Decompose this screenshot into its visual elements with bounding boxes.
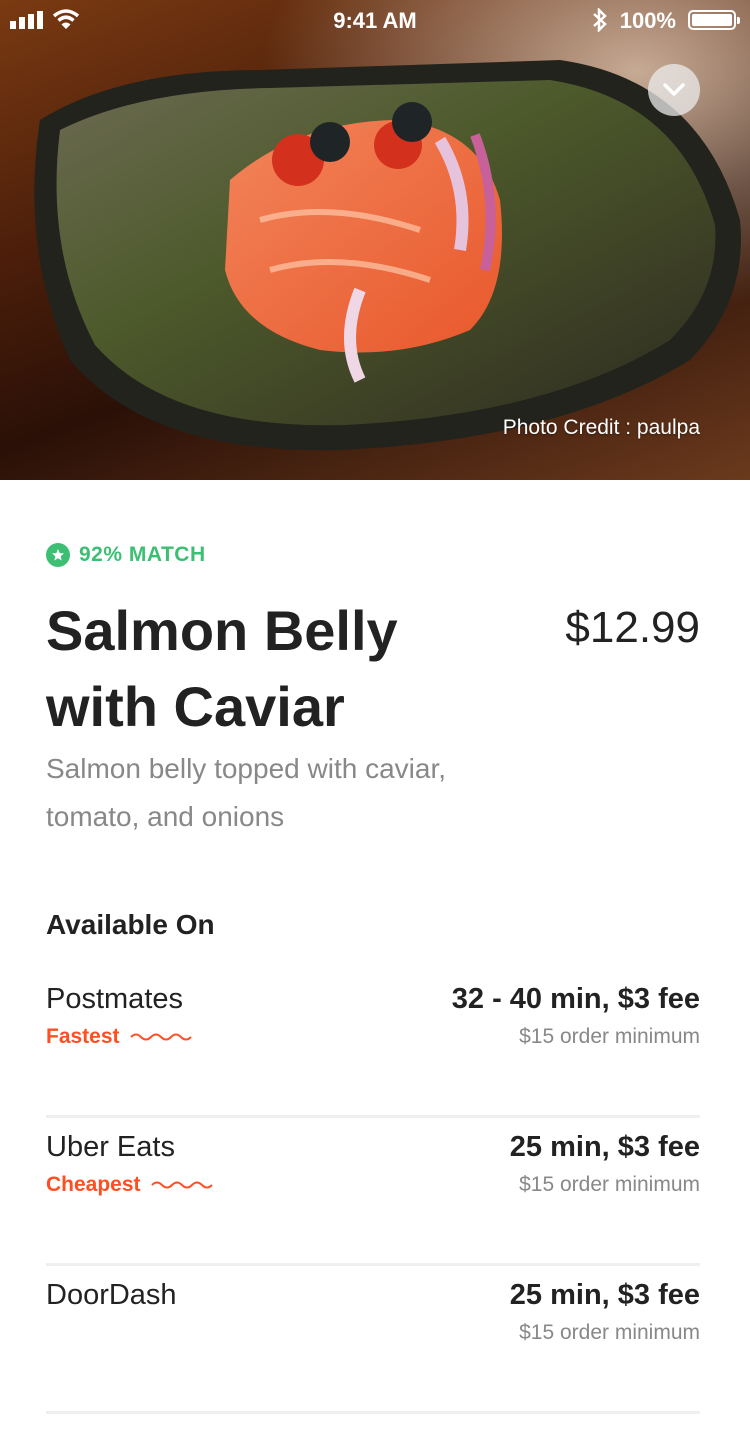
squiggle-icon <box>129 1033 192 1041</box>
chevron-down-icon <box>663 83 685 96</box>
hero-photo: 9:41 AM 100% Photo Credit : paulpa <box>0 0 750 480</box>
collapse-button[interactable] <box>648 64 700 116</box>
service-row-uber-eats[interactable]: Uber Eats Cheapest 25 min, $3 fee $15 or… <box>46 1118 700 1266</box>
battery-icon <box>688 10 740 30</box>
service-tag: Fastest <box>46 1025 194 1049</box>
service-name: Postmates <box>46 983 183 1015</box>
service-name: DoorDash <box>46 1279 177 1311</box>
item-title-line2: with Caviar <box>46 675 345 738</box>
item-description: Salmon belly topped with caviar, tomato,… <box>46 753 446 832</box>
match-badge: 92% MATCH <box>46 543 206 567</box>
service-eta: 25 min, $3 fee <box>509 1279 700 1311</box>
service-name: Uber Eats <box>46 1131 175 1163</box>
match-label: 92% MATCH <box>79 543 206 566</box>
service-eta: 25 min, $3 fee <box>509 1131 700 1163</box>
service-tag-label: Fastest <box>46 1025 120 1048</box>
service-tag: Cheapest <box>46 1173 215 1197</box>
item-price: $12.99 <box>565 603 700 652</box>
service-eta: 32 - 40 min, $3 fee <box>451 983 700 1015</box>
item-title: Salmon Belly with Caviar <box>46 593 516 745</box>
service-tag-label: Cheapest <box>46 1173 141 1196</box>
star-icon <box>46 543 70 567</box>
service-minimum: $15 order minimum <box>519 1321 700 1344</box>
squiggle-icon <box>150 1181 213 1189</box>
status-bar: 9:41 AM 100% <box>0 0 750 40</box>
item-title-line1: Salmon Belly <box>46 599 398 662</box>
available-on-heading: Available On <box>46 909 215 940</box>
service-row-doordash[interactable]: DoorDash 25 min, $3 fee $15 order minimu… <box>46 1266 700 1414</box>
bluetooth-icon <box>593 8 607 32</box>
service-row-postmates[interactable]: Postmates Fastest 32 - 40 min, $3 fee $1… <box>46 970 700 1118</box>
service-minimum: $15 order minimum <box>519 1173 700 1196</box>
photo-credit: Photo Credit : paulpa <box>502 416 700 439</box>
battery-percent: 100% <box>619 8 676 33</box>
food-photo <box>0 0 750 480</box>
service-minimum: $15 order minimum <box>519 1025 700 1048</box>
